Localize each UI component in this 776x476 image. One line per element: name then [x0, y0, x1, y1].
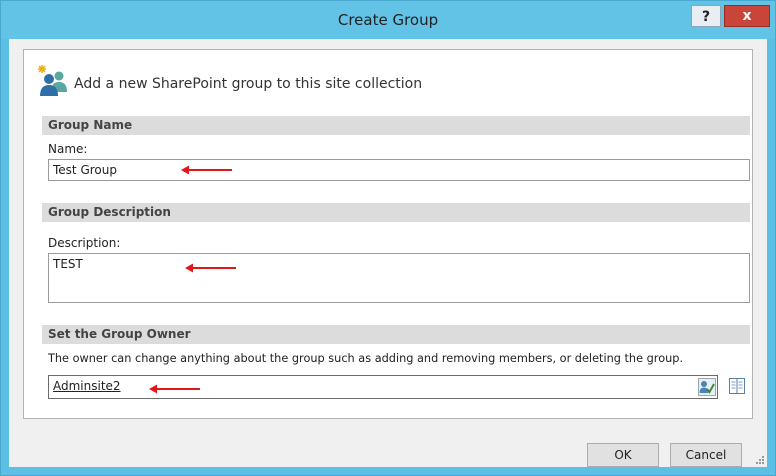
annotation-arrow — [149, 384, 200, 394]
create-group-dialog: Create Group ? x Add a new SharePoint gr… — [0, 0, 776, 476]
section-group-owner: Set the Group Owner — [42, 325, 750, 344]
annotation-arrow — [185, 263, 236, 273]
dialog-heading: Add a new SharePoint group to this site … — [74, 76, 423, 92]
owner-help-text: The owner can change anything about the … — [48, 352, 684, 365]
check-names-icon[interactable] — [698, 378, 716, 396]
resize-grip-icon[interactable] — [755, 455, 765, 465]
section-group-name: Group Name — [42, 116, 750, 135]
owner-value: Adminsite2 — [53, 379, 121, 393]
annotation-arrow — [181, 165, 232, 175]
cancel-button[interactable]: Cancel — [670, 443, 742, 467]
description-textarea[interactable]: TEST — [48, 253, 750, 303]
ok-button[interactable]: OK — [587, 443, 659, 467]
content-panel: Add a new SharePoint group to this site … — [23, 49, 753, 419]
dialog-body: Add a new SharePoint group to this site … — [9, 39, 767, 467]
description-value: TEST — [53, 257, 83, 271]
title-bar[interactable]: Create Group ? x — [1, 1, 775, 39]
people-group-add-icon — [38, 65, 67, 96]
name-input[interactable]: Test Group — [48, 159, 750, 181]
name-input-value: Test Group — [53, 163, 117, 177]
description-label: Description: — [48, 236, 121, 250]
address-book-icon[interactable] — [728, 377, 746, 395]
name-label: Name: — [48, 142, 88, 156]
help-button[interactable]: ? — [691, 5, 721, 27]
dialog-title: Create Group — [337, 11, 439, 29]
section-group-description: Group Description — [42, 203, 750, 222]
close-button[interactable]: x — [724, 5, 770, 27]
